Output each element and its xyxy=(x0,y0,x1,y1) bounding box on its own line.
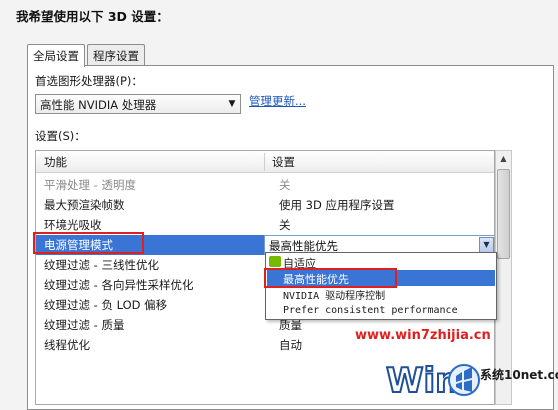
setting-cell: 自动 xyxy=(279,338,302,352)
power-mode-dropdown-list: 自适应 最高性能优先 NVIDIA 驱动程序控制 Prefer consiste… xyxy=(265,252,497,320)
feature-cell: 纹理过滤 - 质量 xyxy=(44,318,125,332)
option-label: NVIDIA 驱动程序控制 xyxy=(283,291,386,302)
page-heading: 我希望使用以下 3D 设置： xyxy=(16,9,169,24)
feature-cell: 平滑处理 - 透明度 xyxy=(44,178,136,192)
column-feature[interactable]: 功能 xyxy=(44,154,67,170)
option-label: 最高性能优先 xyxy=(283,273,349,286)
feature-cell: 纹理过滤 - 各向异性采样优化 xyxy=(44,278,194,292)
column-divider xyxy=(264,153,265,171)
scroll-up-icon[interactable]: ▲ xyxy=(496,151,511,167)
feature-cell: 线程优化 xyxy=(44,338,90,352)
feature-cell: 纹理过滤 - 三线性优化 xyxy=(44,258,159,272)
nvidia-icon xyxy=(269,256,281,267)
chevron-down-icon: ▼ xyxy=(228,99,236,109)
dropdown-option-adaptive[interactable]: 自适应 xyxy=(267,254,495,270)
grid-header: 功能 设置 xyxy=(36,151,494,173)
table-row[interactable]: 环境光吸收 关 xyxy=(36,215,494,235)
dropdown-option-max-performance[interactable]: 最高性能优先 xyxy=(267,270,495,286)
tab-program-settings[interactable]: 程序设置 xyxy=(87,44,145,66)
feature-cell: 最大预渲染帧数 xyxy=(44,198,125,212)
preferred-gpu-label: 首选图形处理器(P)： xyxy=(35,74,143,88)
option-label: Prefer consistent performance xyxy=(283,305,458,316)
option-label: 自适应 xyxy=(283,257,316,270)
setting-cell: 关 xyxy=(279,178,291,192)
feature-cell: 电源管理模式 xyxy=(44,238,113,252)
column-setting[interactable]: 设置 xyxy=(272,154,295,170)
dropdown-option-driver-controlled[interactable]: NVIDIA 驱动程序控制 xyxy=(267,286,495,302)
table-row[interactable]: 平滑处理 - 透明度 关 xyxy=(36,175,494,195)
table-row[interactable]: 最大预渲染帧数 使用 3D 应用程序设置 xyxy=(36,195,494,215)
preferred-gpu-value: 高性能 NVIDIA 处理器 xyxy=(40,98,157,112)
chevron-down-icon[interactable]: ▼ xyxy=(479,237,494,253)
settings-label: 设置(S)： xyxy=(35,129,86,143)
dropdown-option-consistent-performance[interactable]: Prefer consistent performance xyxy=(267,302,495,318)
setting-cell: 使用 3D 应用程序设置 xyxy=(279,198,395,212)
tab-global-settings[interactable]: 全局设置 xyxy=(27,44,85,67)
preferred-gpu-select[interactable]: 高性能 NVIDIA 处理器 ▼ xyxy=(35,94,241,114)
setting-cell: 关 xyxy=(279,218,291,232)
feature-cell: 环境光吸收 xyxy=(44,218,102,232)
feature-cell: 纹理过滤 - 负 LOD 偏移 xyxy=(44,298,168,312)
watermark-url: www.win7zhijia.cn xyxy=(355,328,491,343)
watermark-site: 系统10net.com xyxy=(480,368,558,382)
scrollbar-thumb[interactable] xyxy=(497,169,510,259)
manage-updates-link[interactable]: 管理更新... xyxy=(249,93,306,109)
